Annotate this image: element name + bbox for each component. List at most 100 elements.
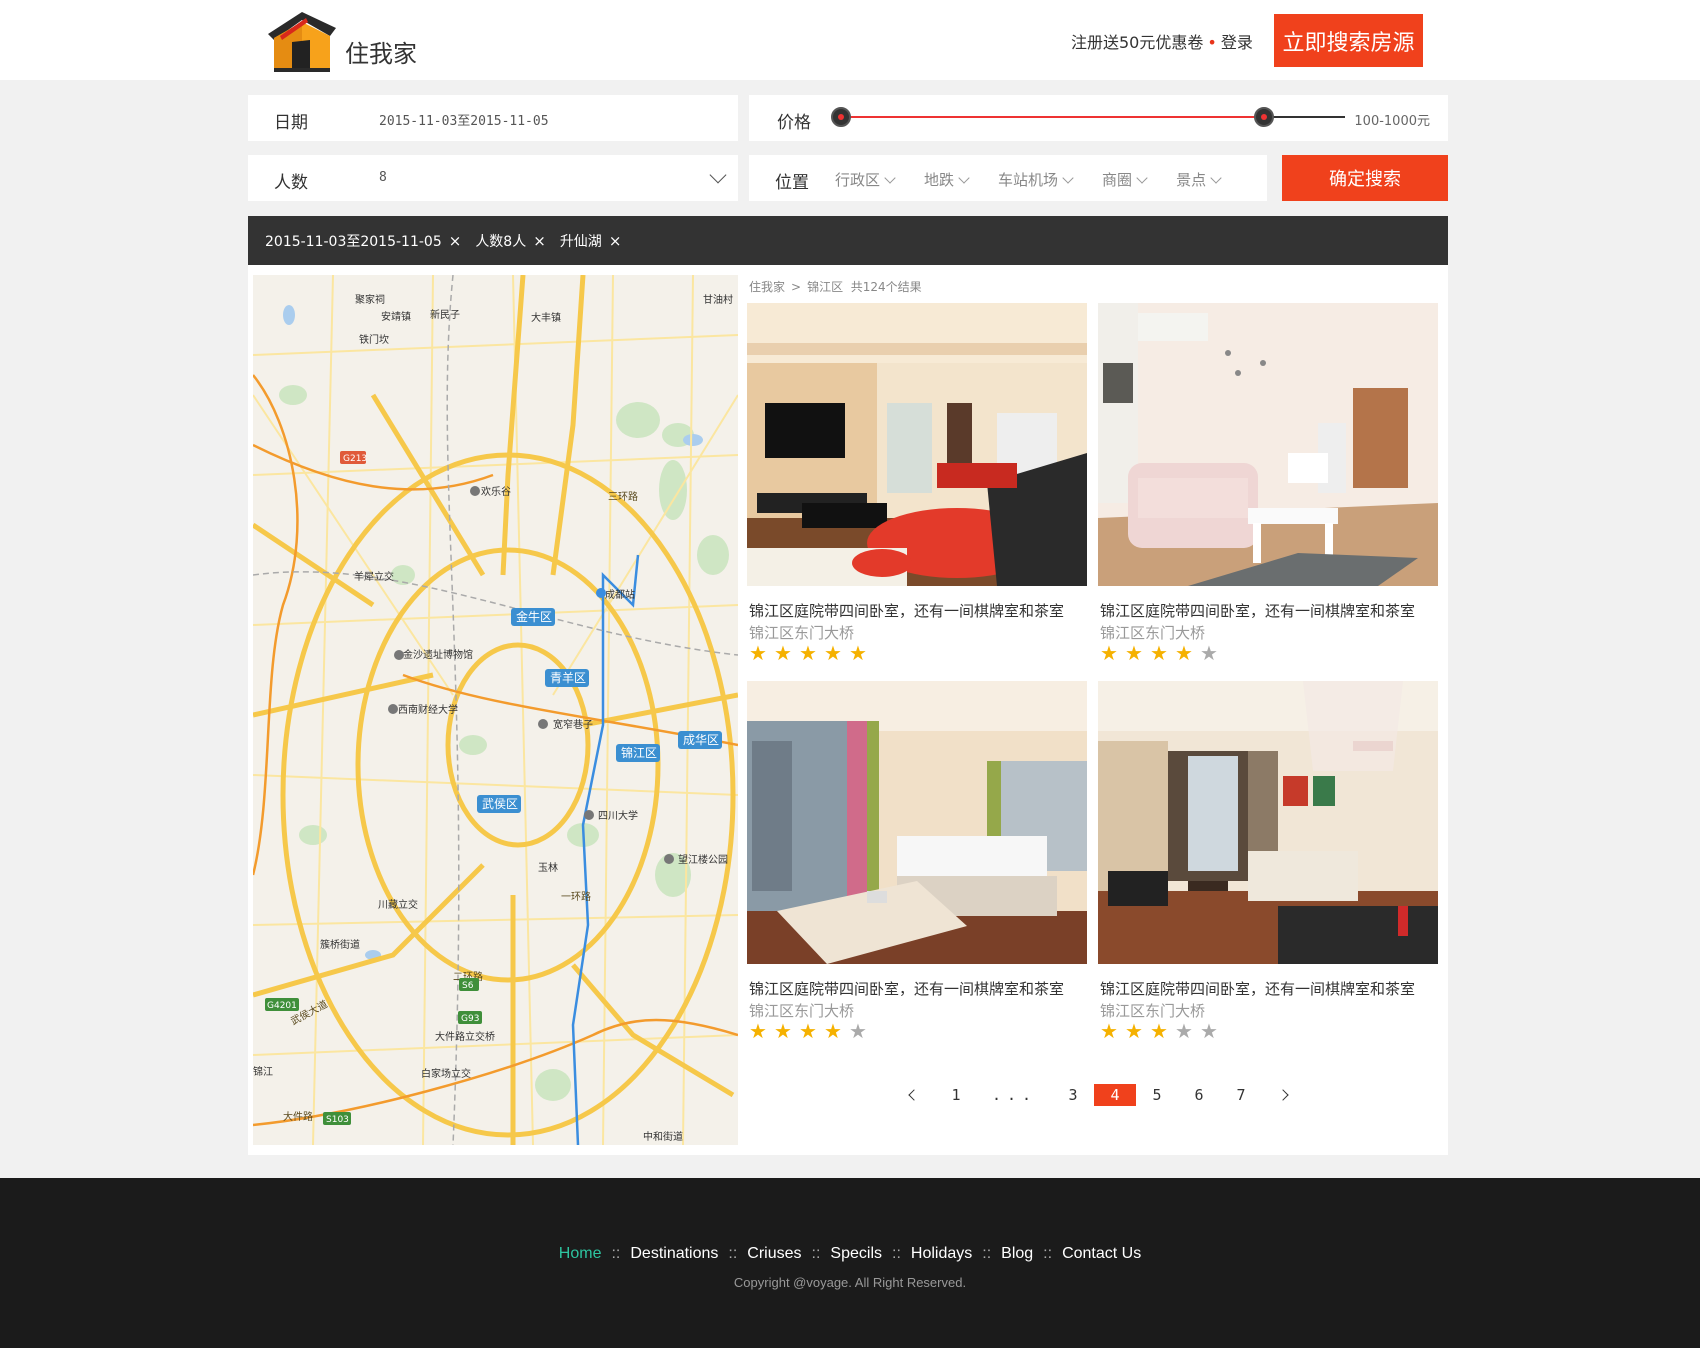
listing-title[interactable]: 锦江区庭院带四间卧室，还有一间棋牌室和茶室 — [1100, 600, 1415, 621]
filter-tag: 2015-11-03至2015-11-05 × — [265, 231, 461, 251]
page-link[interactable]: 3 — [1052, 1084, 1094, 1106]
map-label: 甘油村 — [703, 293, 733, 306]
rating-stars: ★ ★ ★ ★ ★ — [749, 1021, 874, 1041]
map-label: 一环路 — [561, 890, 591, 903]
footer-separator: :: — [811, 1245, 821, 1262]
chevron-down-icon — [1136, 171, 1148, 184]
map-label: 金沙遗址博物馆 — [403, 648, 473, 661]
chevron-left-icon[interactable] — [893, 1084, 935, 1106]
breadcrumb-district[interactable]: 锦江区 — [807, 280, 843, 294]
page-link[interactable]: 7 — [1220, 1084, 1262, 1106]
header: 住我家 注册送50元优惠卷 • 登录 立即搜索房源 — [0, 0, 1700, 80]
map-label: 锦江 — [253, 1065, 273, 1078]
footer-link-destinations[interactable]: Destinations — [630, 1245, 718, 1263]
footer-separator: :: — [611, 1245, 621, 1262]
star-icon: ★ — [1200, 641, 1218, 665]
page-link[interactable]: 6 — [1178, 1084, 1220, 1106]
price-min-handle[interactable] — [831, 107, 851, 127]
star-icon: ★ — [1175, 641, 1193, 665]
location-option-metro[interactable]: 地跌 — [924, 169, 970, 190]
map-label: 成都站 — [605, 588, 635, 601]
listing-photo[interactable] — [747, 681, 1087, 964]
copyright: Copyright @voyage. All Right Reserved. — [733, 1275, 967, 1290]
map-label: 大件路立交桥 — [435, 1030, 495, 1043]
confirm-search-button[interactable]: 确定搜索 — [1282, 155, 1448, 201]
map-label: 大件路 — [283, 1110, 313, 1123]
page-link[interactable]: 5 — [1136, 1084, 1178, 1106]
people-filter[interactable]: 人数 8 — [248, 155, 738, 201]
breadcrumb: 住我家 > 锦江区 共124个结果 — [749, 278, 922, 295]
star-icon: ★ — [824, 1019, 842, 1043]
listing-photo[interactable] — [1098, 681, 1438, 964]
star-icon: ★ — [799, 1019, 817, 1043]
map-label: 欢乐谷 — [481, 485, 511, 498]
map-label: S103 — [326, 1115, 349, 1125]
rating-stars: ★ ★ ★ ★ ★ — [1100, 1021, 1225, 1041]
chevron-down-icon[interactable] — [709, 166, 727, 184]
results-map[interactable]: 金牛区 青羊区 锦江区 成华区 武侯区 聚家祠 安靖镇 新民子 铁门坎 大丰镇 … — [253, 275, 738, 1145]
map-label: 三环路 — [608, 490, 638, 503]
listing-photo[interactable] — [747, 303, 1087, 586]
star-icon: ★ — [1200, 1019, 1218, 1043]
close-icon[interactable]: × — [533, 232, 546, 250]
footer-link-holidays[interactable]: Holidays — [911, 1245, 972, 1263]
house-logo-icon — [268, 12, 336, 72]
listing-photo[interactable] — [1098, 303, 1438, 586]
location-option-district[interactable]: 行政区 — [835, 169, 896, 190]
listing-title[interactable]: 锦江区庭院带四间卧室，还有一间棋牌室和茶室 — [1100, 978, 1415, 999]
active-filter-tags: 2015-11-03至2015-11-05 × 人数8人 × 升仙湖 × — [248, 216, 1448, 265]
location-option-scenic[interactable]: 景点 — [1176, 169, 1222, 190]
chevron-right-icon[interactable] — [1262, 1084, 1304, 1106]
map-label: 西南财经大学 — [398, 703, 458, 716]
map-label: 成华区 — [683, 733, 719, 747]
listing-title[interactable]: 锦江区庭院带四间卧室，还有一间棋牌室和茶室 — [749, 978, 1064, 999]
star-icon: ★ — [1100, 641, 1118, 665]
map-label: 望江楼公园 — [678, 853, 728, 866]
chevron-down-icon — [884, 171, 896, 184]
price-slider-track[interactable] — [841, 116, 1261, 118]
footer-link-blog[interactable]: Blog — [1001, 1245, 1033, 1263]
breadcrumb-home[interactable]: 住我家 — [749, 280, 785, 294]
map-label: 锦江区 — [621, 746, 657, 760]
footer-nav: Home :: Destinations :: Criuses :: Speci… — [0, 1245, 1700, 1263]
map-label: G93 — [461, 1014, 479, 1024]
login-link[interactable]: 登录 — [1221, 33, 1253, 52]
footer-link-home[interactable]: Home — [559, 1245, 602, 1263]
close-icon[interactable]: × — [449, 232, 462, 250]
map-canvas[interactable]: 金牛区 青羊区 锦江区 成华区 武侯区 聚家祠 安靖镇 新民子 铁门坎 大丰镇 … — [253, 275, 738, 1145]
star-icon: ★ — [749, 641, 767, 665]
footer-link-cruises[interactable]: Criuses — [747, 1245, 801, 1263]
footer-separator: :: — [728, 1245, 738, 1262]
footer-link-contact[interactable]: Contact Us — [1062, 1245, 1141, 1263]
page-link-current[interactable]: 4 — [1094, 1084, 1136, 1106]
date-filter[interactable]: 日期 2015-11-03至2015-11-05 — [248, 95, 738, 141]
listing-location: 锦江区东门大桥 — [749, 624, 855, 642]
date-value[interactable]: 2015-11-03至2015-11-05 — [379, 110, 549, 129]
price-filter: 价格 100-1000元 — [749, 95, 1448, 141]
page-link[interactable]: 1 — [935, 1084, 977, 1106]
price-max-handle[interactable] — [1254, 107, 1274, 127]
listing-title[interactable]: 锦江区庭院带四间卧室，还有一间棋牌室和茶室 — [749, 600, 1064, 621]
search-now-button[interactable]: 立即搜索房源 — [1274, 14, 1423, 67]
footer-link-specials[interactable]: Specils — [830, 1245, 882, 1263]
star-icon: ★ — [1150, 641, 1168, 665]
results-panel: 金牛区 青羊区 锦江区 成华区 武侯区 聚家祠 安靖镇 新民子 铁门坎 大丰镇 … — [248, 265, 1448, 1155]
pagination: 1 ... 3 4 5 6 7 — [893, 1084, 1304, 1106]
promo-link[interactable]: 注册送50元优惠卷 — [1071, 33, 1203, 52]
site-logo[interactable]: 住我家 — [260, 6, 430, 76]
location-option-station[interactable]: 车站机场 — [998, 169, 1074, 190]
map-label: 安靖镇 — [381, 310, 411, 323]
close-icon[interactable]: × — [609, 232, 622, 250]
footer-separator: :: — [892, 1245, 901, 1262]
chevron-down-icon — [958, 171, 970, 184]
star-icon: ★ — [1175, 1019, 1193, 1043]
rating-stars: ★ ★ ★ ★ ★ — [749, 643, 874, 663]
map-label: 大丰镇 — [531, 311, 561, 324]
location-option-label: 景点 — [1176, 171, 1207, 189]
map-label: 玉林 — [538, 861, 558, 874]
people-value[interactable]: 8 — [379, 170, 387, 185]
star-icon: ★ — [1100, 1019, 1118, 1043]
location-option-business[interactable]: 商圈 — [1102, 169, 1148, 190]
location-option-label: 行政区 — [835, 171, 881, 189]
location-label: 位置 — [775, 173, 809, 193]
